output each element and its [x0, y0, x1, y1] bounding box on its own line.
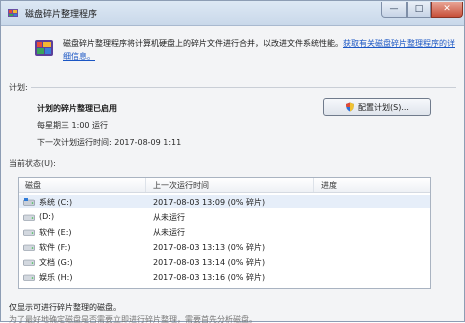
system-drive-icon [23, 198, 35, 206]
table-row[interactable]: (D:) 从未运行 [19, 210, 430, 223]
drive-icon [23, 244, 35, 251]
column-header-progress[interactable]: 进度 [321, 180, 337, 191]
defrag-header-icon [35, 40, 53, 56]
last-run: 从未运行 [153, 228, 185, 237]
column-divider[interactable] [313, 178, 314, 192]
schedule-divider [31, 87, 456, 88]
close-button[interactable]: ✕ [431, 2, 463, 18]
schedule-run-time: 每星期三 1:00 运行 [37, 121, 109, 130]
drive-icon [23, 274, 35, 281]
schedule-status: 计划的碎片整理已启用 [37, 104, 117, 113]
last-run: 2017-08-03 13:13 (0% 碎片) [153, 243, 266, 252]
last-run: 2017-08-03 13:14 (0% 碎片) [153, 258, 266, 267]
disk-name: 系统 (C:) [39, 198, 73, 207]
window-title: 磁盘碎片整理程序 [25, 10, 98, 20]
table-header: 磁盘 上一次运行时间 进度 [19, 178, 430, 193]
description: 磁盘碎片整理程序将计算机硬盘上的碎片文件进行合并，以改进文件系统性能。 [63, 39, 343, 48]
shield-icon [346, 102, 355, 112]
table-row[interactable]: 软件 (E:) 从未运行 [19, 225, 430, 238]
column-divider[interactable] [145, 178, 146, 192]
drive-icon [23, 214, 35, 221]
footer-note: 仅显示可进行碎片整理的磁盘。 [9, 303, 121, 312]
defragmenter-window: 磁盘碎片整理程序 — □ ✕ 磁盘碎片整理程序将计算机硬盘上的碎片文件进行合并，… [0, 0, 465, 323]
configure-schedule-button[interactable]: 配置计划(S)... [323, 98, 431, 116]
disk-name: 娱乐 (H:) [39, 273, 73, 282]
maximize-button[interactable]: □ [407, 2, 431, 18]
table-row[interactable]: 软件 (F:) 2017-08-03 13:13 (0% 碎片) [19, 240, 430, 253]
minimize-button[interactable]: — [381, 2, 407, 18]
disk-name: 软件 (F:) [39, 243, 71, 252]
column-header-disk[interactable]: 磁盘 [25, 180, 41, 191]
last-run: 2017-08-03 13:09 (0% 碎片) [153, 198, 266, 207]
defrag-app-icon [8, 9, 18, 17]
title-bar[interactable]: 磁盘碎片整理程序 — □ ✕ [1, 1, 464, 26]
next-run-time: 下一次计划运行时间: 2017-08-09 1:11 [37, 138, 182, 147]
last-run: 从未运行 [153, 213, 185, 222]
disk-name: 文档 (G:) [39, 258, 73, 267]
disk-status-table[interactable]: 磁盘 上一次运行时间 进度 系统 (C:) 2017-08-03 13:09 (… [18, 177, 431, 289]
last-run: 2017-08-03 13:16 (0% 碎片) [153, 273, 266, 282]
configure-schedule-label: 配置计划(S)... [358, 102, 409, 112]
table-row[interactable]: 系统 (C:) 2017-08-03 13:09 (0% 碎片) [19, 195, 430, 208]
status-section-label: 当前状态(U): [9, 159, 56, 168]
disk-name: 软件 (E:) [39, 228, 72, 237]
column-header-last-run[interactable]: 上一次运行时间 [153, 180, 209, 191]
table-row[interactable]: 文档 (G:) 2017-08-03 13:14 (0% 碎片) [19, 255, 430, 268]
table-row[interactable]: 娱乐 (H:) 2017-08-03 13:16 (0% 碎片) [19, 270, 430, 283]
schedule-section-label: 计划: [9, 83, 28, 92]
drive-icon [23, 259, 35, 266]
drive-icon [23, 229, 35, 236]
description-text: 磁盘碎片整理程序将计算机硬盘上的碎片文件进行合并，以改进文件系统性能。获取有关磁… [63, 37, 458, 63]
disk-name: (D:) [39, 212, 55, 221]
